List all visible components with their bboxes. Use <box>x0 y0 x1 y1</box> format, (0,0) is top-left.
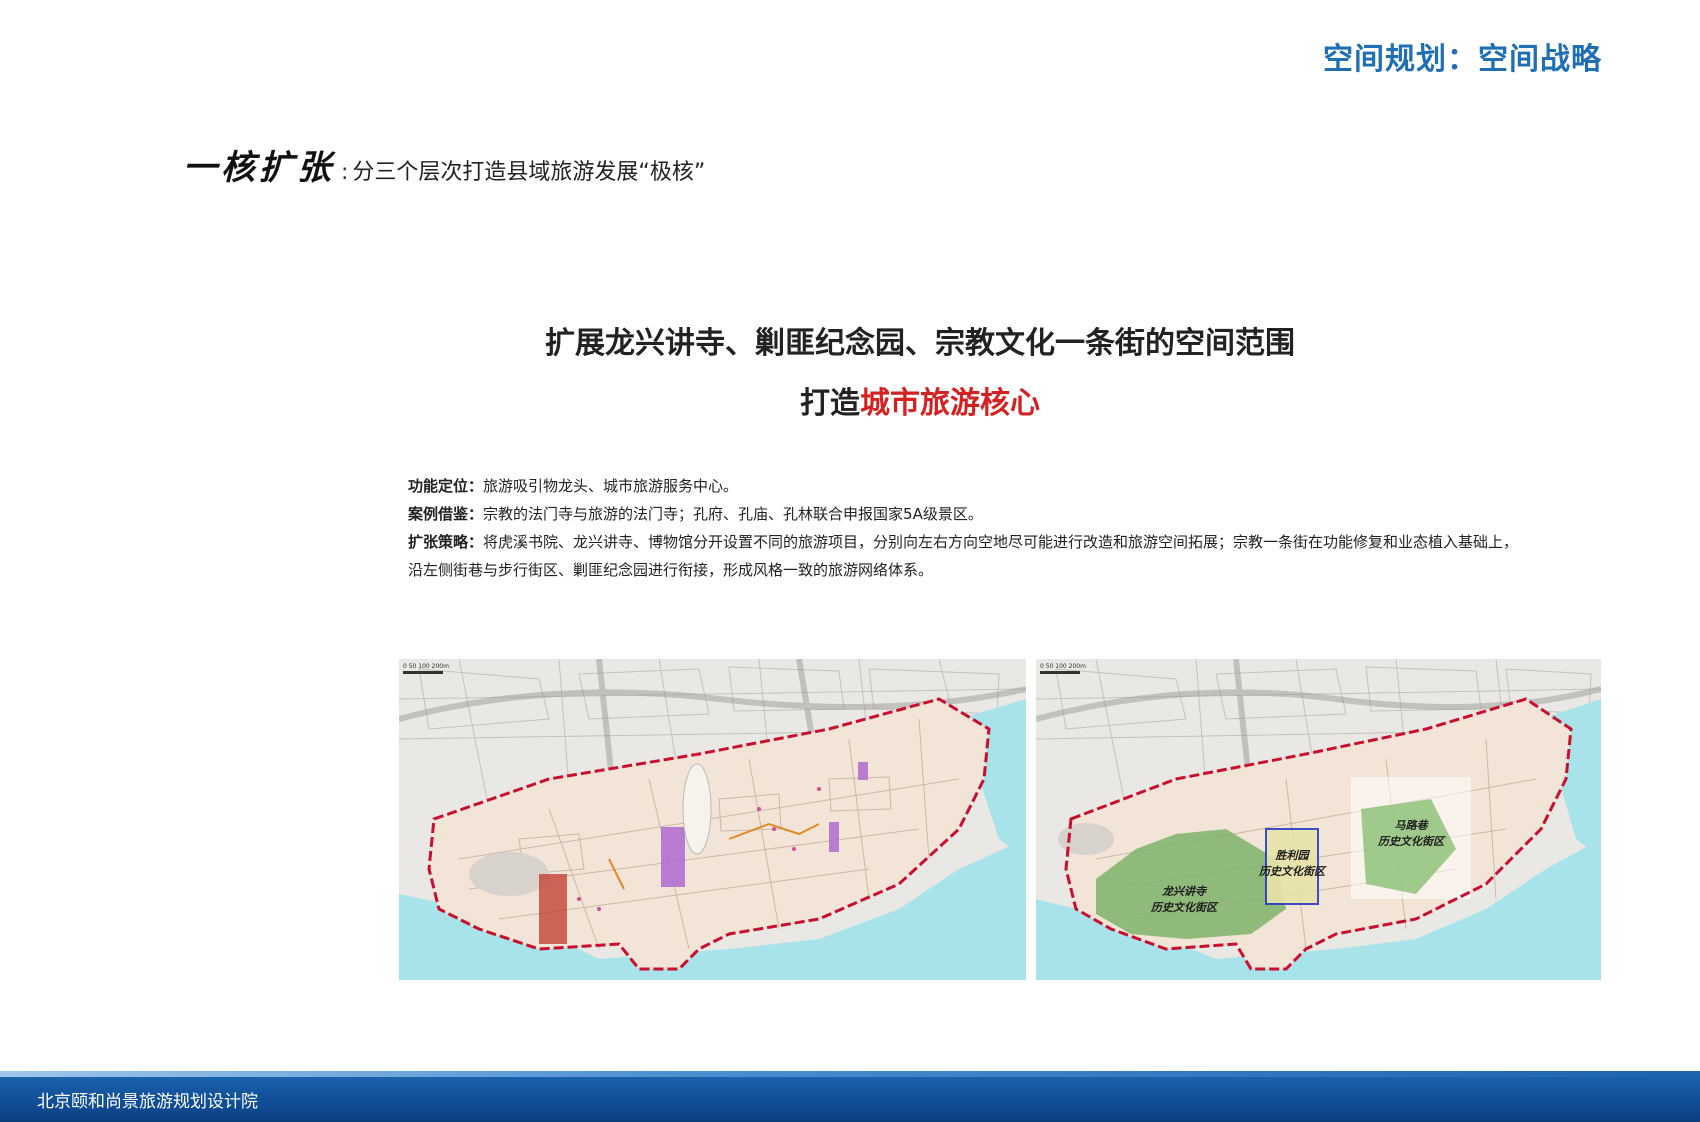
info-row-strategy-cont: 沿左侧街巷与步行街区、剿匪纪念园进行衔接，形成风格一致的旅游网络体系。 <box>408 556 1608 584</box>
footer-bar: 北京颐和尚景旅游规划设计院 <box>0 1071 1700 1122</box>
info-row-positioning: 功能定位：旅游吸引物龙头、城市旅游服务中心。 <box>408 472 1608 500</box>
footer-org-name: 北京颐和尚景旅游规划设计院 <box>37 1092 258 1112</box>
zone-label-1-line1: 龙兴讲寺 <box>1161 885 1208 898</box>
zone-label-1-line2: 历史文化街区 <box>1150 901 1219 914</box>
info-sep: ： <box>468 505 484 523</box>
map-left-graphic: 0 50 100 200m <box>399 659 1026 980</box>
headline-line-2: 打造城市旅游核心 <box>0 378 1700 422</box>
page-header-title: 空间规划：空间战略 <box>1323 42 1602 77</box>
map-left: 0 50 100 200m <box>399 659 1026 980</box>
info-sep: ： <box>468 533 484 551</box>
info-label: 案例借鉴 <box>408 505 469 523</box>
info-sep: ： <box>468 477 484 495</box>
info-row-strategy: 扩张策略：将虎溪书院、龙兴讲寺、博物馆分开设置不同的旅游项目，分别向左右方向空地… <box>408 528 1608 556</box>
map-right-graphic: 龙兴讲寺 历史文化街区 胜利园 历史文化街区 马路巷 历史文化街区 0 50 1… <box>1036 659 1601 980</box>
headline-prefix: 打造 <box>800 386 860 421</box>
info-text: 沿左侧街巷与步行街区、剿匪纪念园进行衔接，形成风格一致的旅游网络体系。 <box>408 561 934 579</box>
section-title: 一核扩张 <box>183 148 335 188</box>
info-text: 宗教的法门寺与旅游的法门寺；孔府、孔庙、孔林联合申报国家5A级景区。 <box>483 505 983 523</box>
section-colon: : <box>341 160 349 185</box>
zone-label-2-line1: 胜利园 <box>1275 849 1311 862</box>
info-row-case: 案例借鉴：宗教的法门寺与旅游的法门寺；孔府、孔庙、孔林联合申报国家5A级景区。 <box>408 500 1608 528</box>
section-subtitle: 分三个层次打造县域旅游发展“极核” <box>352 160 706 185</box>
map-right-scale: 0 50 100 200m <box>1040 663 1086 670</box>
map-left-scale: 0 50 100 200m <box>403 663 449 670</box>
zone-label-3-line2: 历史文化街区 <box>1377 835 1446 848</box>
info-text: 旅游吸引物龙头、城市旅游服务中心。 <box>483 477 739 495</box>
info-text: 将虎溪书院、龙兴讲寺、博物馆分开设置不同的旅游项目，分别向左右方向空地尽可能进行… <box>483 533 1519 551</box>
headline-highlight: 城市旅游核心 <box>860 386 1040 421</box>
info-label: 扩张策略 <box>408 533 469 551</box>
map-right: 龙兴讲寺 历史文化街区 胜利园 历史文化街区 马路巷 历史文化街区 0 50 1… <box>1036 659 1601 980</box>
info-label: 功能定位 <box>408 477 469 495</box>
headline-line-1: 扩展龙兴讲寺、剿匪纪念园、宗教文化一条街的空间范围 <box>545 326 1295 361</box>
zone-label-2-line2: 历史文化街区 <box>1258 865 1327 878</box>
zone-label-3-line1: 马路巷 <box>1395 819 1430 832</box>
info-block: 功能定位：旅游吸引物龙头、城市旅游服务中心。 案例借鉴：宗教的法门寺与旅游的法门… <box>408 472 1608 584</box>
section-heading: 一核扩张 : 分三个层次打造县域旅游发展“极核” <box>183 140 705 189</box>
